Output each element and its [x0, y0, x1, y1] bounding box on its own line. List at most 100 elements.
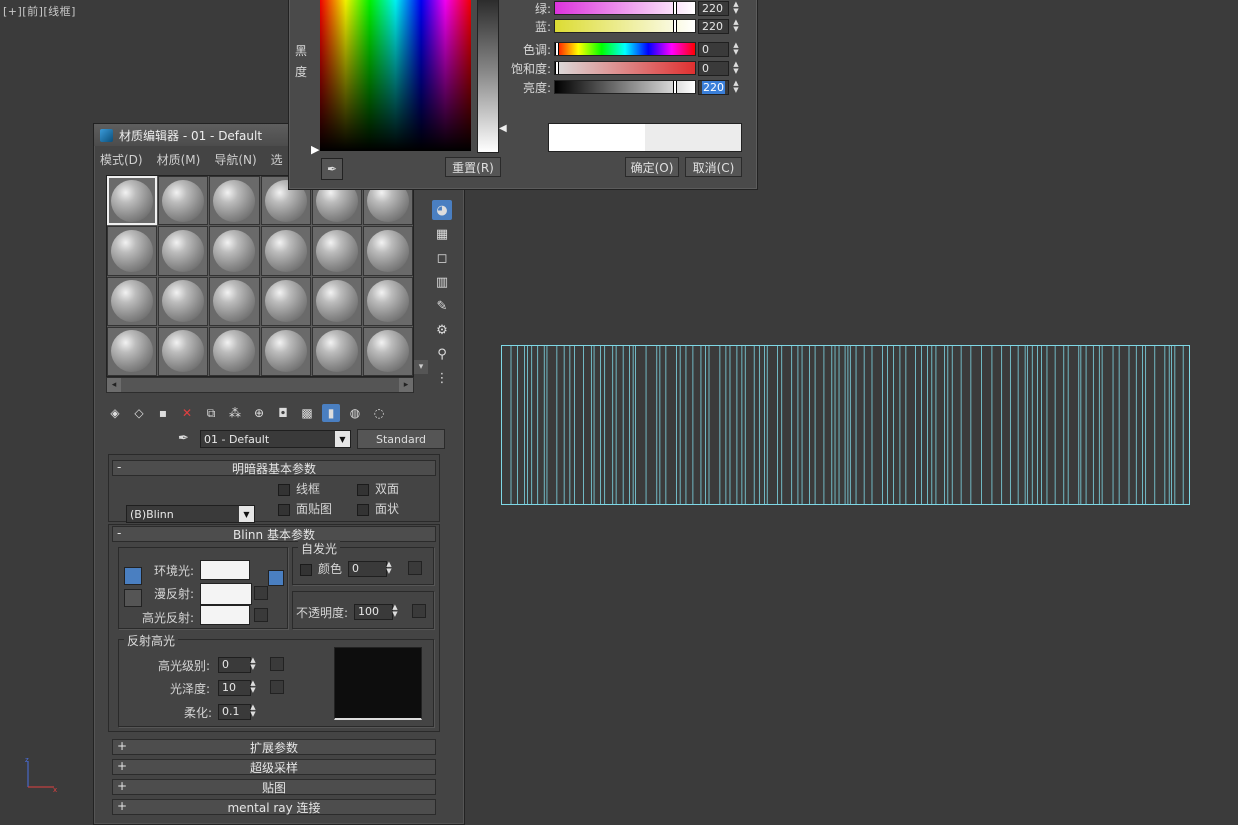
spinner-arrows-icon[interactable]: ▲ ▼	[731, 80, 741, 94]
sample-slot[interactable]	[209, 226, 260, 276]
video-color-check-icon[interactable]: ▥	[432, 272, 452, 292]
wireframe-object[interactable]	[501, 345, 1190, 505]
soften-spinner[interactable]: 0.1	[218, 704, 251, 720]
slider-marker-icon[interactable]	[673, 81, 677, 93]
menu-navigation[interactable]: 导航(N)	[214, 151, 256, 169]
viewport-label[interactable]: [+][前][线框]	[3, 3, 76, 19]
self-illum-color-checkbox[interactable]: 颜色	[300, 560, 342, 577]
supersampling-header[interactable]: + 超级采样	[112, 759, 436, 775]
sample-slot[interactable]	[260, 276, 311, 326]
sample-slot[interactable]	[362, 326, 413, 376]
sample-slot[interactable]	[158, 226, 209, 276]
color-row-value[interactable]: 220	[698, 19, 729, 34]
spinner-arrows-icon[interactable]: ▲ ▼	[248, 704, 258, 718]
maps-header[interactable]: + 贴图	[112, 779, 436, 795]
blinn-rollout-header[interactable]: - Blinn 基本参数	[112, 526, 436, 542]
lock-ambient-diffuse-icon[interactable]	[124, 567, 142, 585]
sample-slot[interactable]	[260, 226, 311, 276]
sample-type-dropdown-icon[interactable]: ▾	[414, 360, 428, 374]
chevron-down-icon[interactable]: ▼	[335, 431, 350, 447]
spinner-arrows-icon[interactable]: ▲ ▼	[390, 604, 400, 618]
shader-rollout-header[interactable]: - 明暗器基本参数	[112, 460, 436, 476]
make-unique-icon[interactable]: ⁂	[226, 404, 244, 422]
sample-slot[interactable]	[209, 326, 260, 376]
spec-level-map-button[interactable]	[270, 657, 284, 671]
self-illum-spinner[interactable]: 0	[348, 561, 387, 577]
sample-slot[interactable]	[260, 326, 311, 376]
color-row-slider[interactable]	[554, 42, 696, 56]
spinner-arrows-icon[interactable]: ▲ ▼	[248, 657, 258, 671]
go-to-parent-icon[interactable]: ◍	[346, 404, 364, 422]
slider-marker-icon[interactable]	[673, 2, 677, 14]
spinner-arrows-icon[interactable]: ▲ ▼	[731, 1, 741, 15]
background-checker-icon[interactable]: ▦	[432, 224, 452, 244]
two-sided-checkbox[interactable]: 双面	[357, 480, 399, 497]
copy-material-icon[interactable]: ⧉	[202, 404, 220, 422]
color-picker-dialog[interactable]: 黑 度 ▶ ◀ ✒ 重置(R) 红:220▲▼绿:220▲▼蓝:220▲▼色调:…	[288, 0, 758, 190]
show-shaded-map-icon[interactable]: ▩	[298, 404, 316, 422]
sample-slot[interactable]	[362, 276, 413, 326]
put-to-library-icon[interactable]: ⊕	[250, 404, 268, 422]
ok-button[interactable]: 确定(O)	[625, 157, 679, 177]
slider-marker-icon[interactable]	[555, 43, 559, 55]
sample-slot[interactable]	[107, 326, 158, 376]
menu-options[interactable]: 选	[271, 151, 283, 169]
mental-ray-header[interactable]: + mental ray 连接	[112, 799, 436, 815]
whiteness-bar[interactable]	[477, 0, 499, 153]
reset-button[interactable]: 重置(R)	[445, 157, 501, 177]
cancel-button[interactable]: 取消(C)	[685, 157, 742, 177]
specular-swatch[interactable]	[200, 605, 250, 625]
options-icon[interactable]: ⚙	[432, 320, 452, 340]
material-name-combo[interactable]: 01 - Default ▼	[200, 430, 351, 448]
diffuse-swatch[interactable]	[200, 583, 252, 605]
menu-material[interactable]: 材质(M)	[157, 151, 201, 169]
shader-type-combo[interactable]: (B)Blinn ▼	[126, 505, 255, 523]
color-row-slider[interactable]	[554, 1, 696, 15]
menu-mode[interactable]: 模式(D)	[100, 151, 143, 169]
slider-marker-icon[interactable]	[555, 62, 559, 74]
sample-slot[interactable]	[311, 276, 362, 326]
sample-slot[interactable]	[362, 226, 413, 276]
glossiness-map-button[interactable]	[270, 680, 284, 694]
hue-spectrum[interactable]	[320, 0, 471, 151]
material-id-channel-icon[interactable]: ◘	[274, 404, 292, 422]
sample-slot[interactable]	[158, 276, 209, 326]
scroll-right-icon[interactable]: ▸	[399, 378, 413, 392]
wire-checkbox[interactable]: 线框	[278, 480, 320, 497]
sample-slot[interactable]	[158, 176, 209, 226]
spinner-arrows-icon[interactable]: ▲ ▼	[731, 19, 741, 33]
lock-icon[interactable]	[268, 570, 284, 586]
go-forward-sibling-icon[interactable]: ◌	[370, 404, 388, 422]
spec-level-spinner[interactable]: 0	[218, 657, 251, 673]
spinner-arrows-icon[interactable]: ▲ ▼	[731, 42, 741, 56]
sample-slot[interactable]	[107, 226, 158, 276]
color-row-slider[interactable]	[554, 80, 696, 94]
reset-map-icon[interactable]: ✕	[178, 404, 196, 422]
sample-slots[interactable]	[106, 175, 414, 377]
sample-slot[interactable]	[209, 176, 260, 226]
whiteness-pointer-icon[interactable]: ◀	[499, 123, 507, 134]
get-material-icon[interactable]: ◈	[106, 404, 124, 422]
faceted-checkbox[interactable]: 面状	[357, 500, 399, 517]
sample-slot[interactable]	[107, 276, 158, 326]
glossiness-spinner[interactable]: 10	[218, 680, 251, 696]
color-row-value[interactable]: 220	[698, 1, 729, 16]
ambient-swatch[interactable]	[200, 560, 250, 580]
face-map-checkbox[interactable]: 面贴图	[278, 500, 332, 517]
backlight-icon[interactable]: ◕	[432, 200, 452, 220]
make-preview-icon[interactable]: ✎	[432, 296, 452, 316]
sample-slots-scrollbar[interactable]: ◂ ▸	[106, 377, 414, 393]
lock-diffuse-specular-icon[interactable]	[124, 589, 142, 607]
scroll-left-icon[interactable]: ◂	[107, 378, 121, 392]
chevron-down-icon[interactable]: ▼	[239, 506, 254, 522]
select-by-material-icon[interactable]: ⚲	[432, 344, 452, 364]
color-row-slider[interactable]	[554, 19, 696, 33]
sample-slot[interactable]	[107, 176, 158, 226]
specular-map-button[interactable]	[254, 608, 268, 622]
opacity-map-button[interactable]	[412, 604, 426, 618]
self-illum-map-button[interactable]	[408, 561, 422, 575]
material-editor-window[interactable]: 材质编辑器 - 01 - Default 模式(D) 材质(M) 导航(N) 选…	[93, 123, 465, 825]
sample-slot[interactable]	[209, 276, 260, 326]
sample-slot[interactable]	[158, 326, 209, 376]
color-row-value[interactable]: 0	[698, 42, 729, 57]
